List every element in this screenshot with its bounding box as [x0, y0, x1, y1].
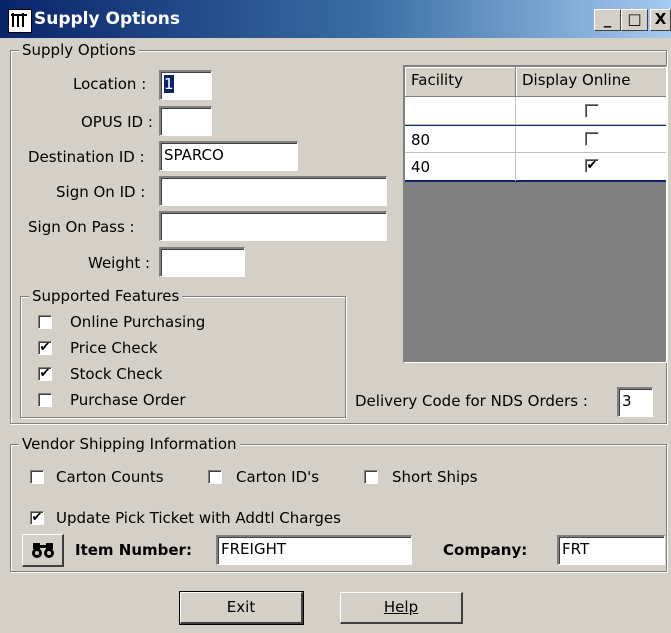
update-pick-ticket-label: Update Pick Ticket with Addtl Charges — [56, 509, 341, 527]
location-label: Location : — [73, 75, 147, 93]
grid-row[interactable]: 80 — [405, 125, 666, 154]
carton-ids-label: Carton ID's — [236, 468, 320, 486]
item-number-field[interactable]: FREIGHT — [216, 535, 412, 565]
facility-cell: 40 — [411, 158, 431, 176]
sign-on-id-field[interactable] — [159, 176, 387, 206]
help-button[interactable]: Help — [340, 592, 463, 624]
sign-on-pass-field[interactable] — [159, 211, 387, 241]
online-purchasing-checkbox[interactable] — [38, 315, 52, 329]
vendor-shipping-legend: Vendor Shipping Information — [19, 435, 240, 453]
minimize-icon: _ — [603, 10, 612, 28]
purchase-order-checkbox[interactable] — [38, 393, 52, 407]
online-purchasing-label: Online Purchasing — [70, 313, 206, 331]
update-pick-ticket-checkbox[interactable]: ✔ — [30, 511, 44, 525]
weight-label: Weight : — [88, 254, 151, 272]
item-number-label: Item Number: — [75, 541, 192, 559]
carton-ids-checkbox[interactable] — [208, 470, 222, 484]
sign-on-id-label: Sign On ID : — [56, 183, 146, 201]
window-title: Supply Options — [34, 9, 180, 29]
checkmark-icon: ✔ — [39, 366, 51, 381]
stock-check-checkbox[interactable]: ✔ — [38, 367, 52, 381]
display-online-checkbox[interactable] — [585, 104, 599, 118]
company-field[interactable]: FRT — [557, 535, 665, 565]
price-check-label: Price Check — [70, 339, 158, 357]
binoculars-icon — [31, 543, 54, 558]
grid-row[interactable] — [405, 97, 666, 125]
checkmark-icon: ✔ — [39, 340, 51, 355]
checkmark-icon: ✔ — [586, 158, 598, 173]
facility-cell: 80 — [411, 131, 431, 149]
display-online-column-header[interactable]: Display Online — [516, 67, 666, 97]
display-online-checkbox[interactable] — [585, 132, 599, 146]
opus-id-label: OPUS ID : — [81, 113, 153, 131]
sign-on-pass-label: Sign On Pass : — [28, 218, 135, 236]
carton-counts-checkbox[interactable] — [30, 470, 44, 484]
purchase-order-label: Purchase Order — [70, 391, 186, 409]
location-field[interactable]: 1 — [159, 70, 212, 100]
short-ships-checkbox[interactable] — [364, 470, 378, 484]
stock-check-label: Stock Check — [70, 365, 163, 383]
facility-column-header[interactable]: Facility — [405, 67, 516, 97]
maximize-icon: □ — [627, 10, 642, 28]
app-icon — [8, 9, 32, 33]
supported-features-legend: Supported Features — [29, 287, 183, 305]
item-search-button[interactable] — [22, 534, 64, 567]
price-check-checkbox[interactable]: ✔ — [38, 341, 52, 355]
supply-options-legend: Supply Options — [19, 41, 139, 59]
display-online-checkbox[interactable]: ✔ — [585, 159, 599, 173]
exit-button[interactable]: Exit — [179, 591, 304, 625]
supply-options-window: Supply Options _ □ X Supply Options Loca… — [0, 0, 671, 633]
company-label: Company: — [443, 541, 528, 559]
close-button[interactable]: X — [650, 9, 671, 31]
facility-grid[interactable]: Facility Display Online 80 40 ✔ — [403, 65, 667, 363]
opus-id-field[interactable] — [159, 106, 212, 136]
weight-field[interactable] — [159, 247, 245, 277]
title-bar[interactable]: Supply Options _ □ X — [0, 0, 671, 38]
carton-counts-label: Carton Counts — [56, 468, 164, 486]
delivery-code-field[interactable]: 3 — [617, 387, 653, 417]
checkmark-icon: ✔ — [31, 510, 43, 525]
delivery-code-label: Delivery Code for NDS Orders : — [355, 392, 588, 410]
minimize-button[interactable]: _ — [594, 9, 621, 31]
destination-id-field[interactable]: SPARCO — [159, 141, 298, 171]
destination-id-label: Destination ID : — [28, 148, 145, 166]
close-icon: X — [654, 10, 667, 28]
short-ships-label: Short Ships — [392, 468, 478, 486]
maximize-button[interactable]: □ — [621, 9, 648, 31]
grid-row[interactable]: 40 ✔ — [405, 153, 666, 182]
